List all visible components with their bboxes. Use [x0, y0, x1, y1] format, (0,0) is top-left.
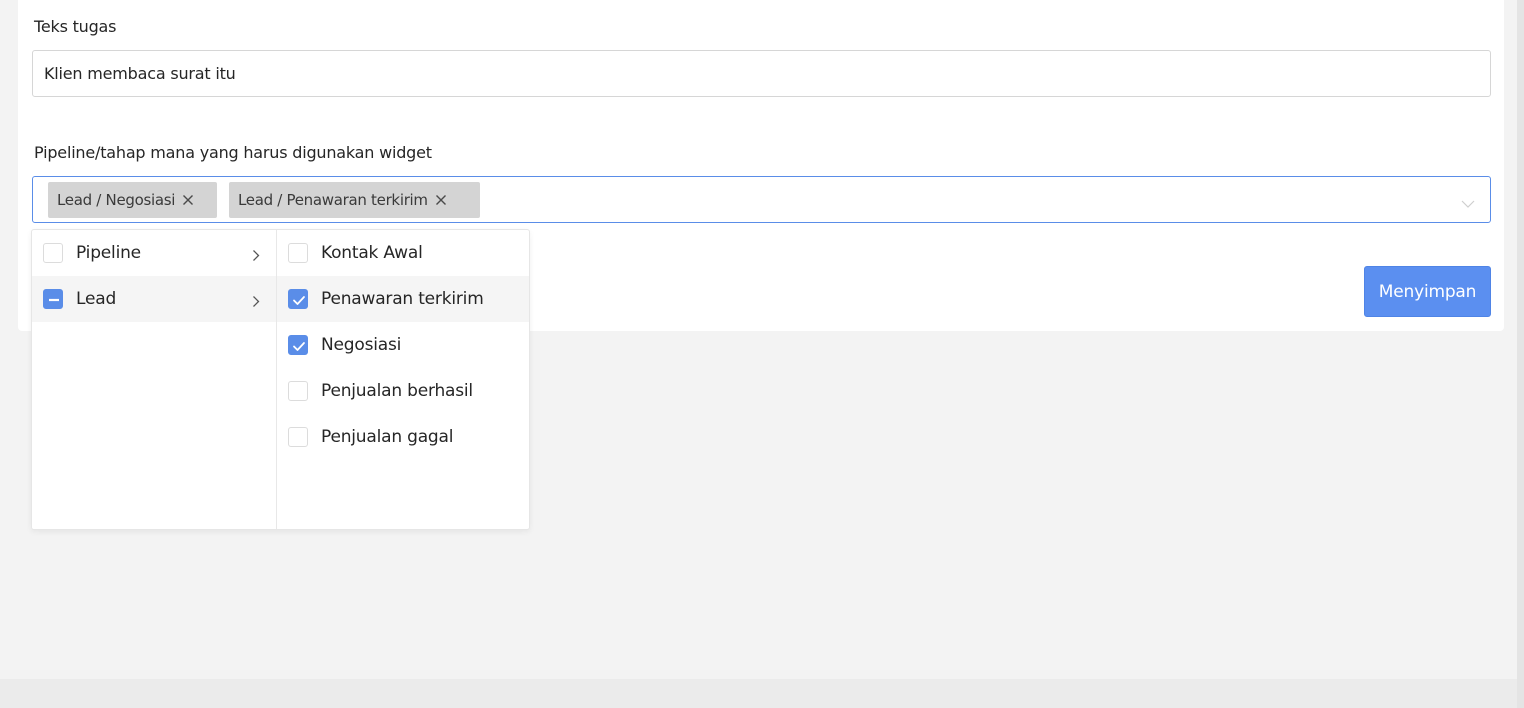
- chevron-right-icon: [252, 247, 260, 261]
- scrollbar-track[interactable]: [1517, 0, 1524, 708]
- pipeline-select-label: Pipeline/tahap mana yang harus digunakan…: [34, 143, 432, 162]
- stage-option-negosiasi[interactable]: Negosiasi: [277, 322, 529, 368]
- stage-option-kontak-awal[interactable]: Kontak Awal: [277, 230, 529, 276]
- checkbox[interactable]: [288, 243, 308, 263]
- option-label: Pipeline: [76, 243, 141, 263]
- option-label: Lead: [76, 289, 117, 309]
- task-text-input[interactable]: [32, 50, 1491, 97]
- option-label: Negosiasi: [321, 335, 402, 355]
- checkbox-checked[interactable]: [288, 289, 308, 309]
- task-text-label: Teks tugas: [34, 17, 117, 36]
- close-icon[interactable]: [435, 194, 447, 206]
- checkbox[interactable]: [43, 243, 63, 263]
- pipeline-option-lead[interactable]: Lead: [32, 276, 276, 322]
- checkbox[interactable]: [288, 381, 308, 401]
- page: Teks tugas Pipeline/tahap mana yang haru…: [0, 0, 1524, 708]
- checkbox[interactable]: [288, 427, 308, 447]
- footer-band: [0, 679, 1517, 708]
- tag-label: Lead / Penawaran terkirim: [238, 191, 428, 209]
- selected-tag: Lead / Negosiasi: [48, 182, 217, 218]
- close-icon[interactable]: [182, 194, 194, 206]
- pipeline-dropdown: Pipeline Lead Kontak Awal Penawaran terk…: [31, 229, 530, 530]
- save-button[interactable]: Menyimpan: [1364, 266, 1491, 317]
- stage-option-penjualan-berhasil[interactable]: Penjualan berhasil: [277, 368, 529, 414]
- chevron-down-icon[interactable]: [1461, 194, 1475, 208]
- checkbox-checked[interactable]: [288, 335, 308, 355]
- stage-option-penjualan-gagal[interactable]: Penjualan gagal: [277, 414, 529, 460]
- pipeline-option-pipeline[interactable]: Pipeline: [32, 230, 276, 276]
- option-label: Penawaran terkirim: [321, 289, 484, 309]
- checkbox-indeterminate[interactable]: [43, 289, 63, 309]
- tag-label: Lead / Negosiasi: [57, 191, 176, 209]
- option-label: Kontak Awal: [321, 243, 423, 263]
- chevron-right-icon: [252, 293, 260, 307]
- stage-option-penawaran-terkirim[interactable]: Penawaran terkirim: [277, 276, 529, 322]
- pipeline-multiselect[interactable]: Lead / Negosiasi Lead / Penawaran terkir…: [32, 176, 1491, 223]
- option-label: Penjualan berhasil: [321, 381, 473, 401]
- selected-tag: Lead / Penawaran terkirim: [229, 182, 480, 218]
- option-label: Penjualan gagal: [321, 427, 454, 447]
